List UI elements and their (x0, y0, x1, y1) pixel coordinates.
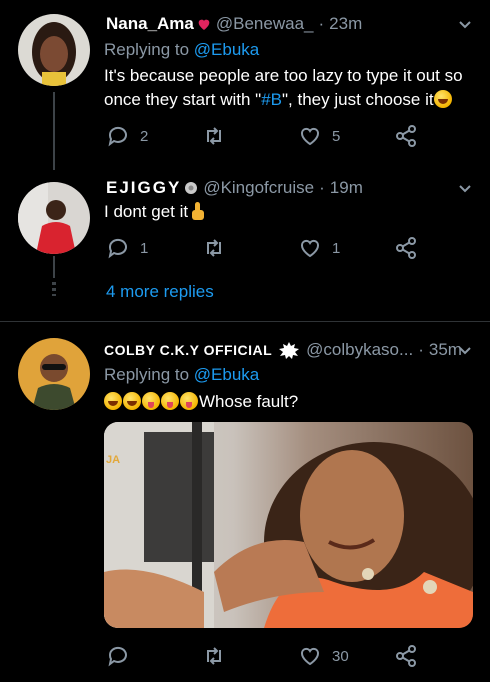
share-icon (396, 237, 416, 259)
handle[interactable]: @Kingofcruise (203, 178, 314, 198)
explosion-emoji-icon (279, 342, 300, 359)
reply-button[interactable] (106, 644, 130, 668)
avatar[interactable] (18, 14, 90, 86)
text-part: Whose fault? (199, 392, 299, 411)
separator-dot: · (418, 340, 424, 359)
tweet-actions: 30 (106, 644, 476, 670)
reply-icon (108, 238, 127, 259)
retweet-button[interactable] (202, 644, 226, 668)
separator-dot: · (319, 178, 325, 197)
thread-dots (52, 282, 56, 296)
tweet-media-image[interactable]: JA (104, 422, 473, 628)
tweet-header: Nana_Ama @Benewaa_ · 23m (106, 14, 362, 34)
retweet-button[interactable] (202, 124, 226, 148)
like-button[interactable]: 30 (298, 644, 349, 668)
reply-count: 1 (140, 239, 149, 257)
chevron-down-icon[interactable] (458, 18, 472, 32)
retweet-icon (207, 127, 221, 145)
tweet-header: EJIGGY @Kingofcruise · 19m (106, 178, 363, 198)
tweet-3[interactable]: COLBY C.K.Y OFFICIAL @colbykaso... · 35m… (0, 322, 490, 682)
share-icon (396, 125, 416, 147)
heart-icon (301, 647, 319, 666)
tweet-header: COLBY C.K.Y OFFICIAL @colbykaso... · 35m (104, 340, 462, 360)
like-button[interactable]: 1 (298, 236, 340, 260)
like-count: 1 (332, 239, 341, 257)
reply-icon (108, 646, 127, 667)
retweet-icon (207, 647, 221, 665)
heart-icon (301, 239, 319, 258)
mention-link[interactable]: @Ebuka (194, 40, 259, 59)
handle[interactable]: @Benewaa_ (216, 14, 314, 34)
text-part: ", they just choose it (282, 90, 434, 109)
thread-line (53, 92, 55, 170)
laughing-emoji-icon (104, 392, 122, 410)
reply-count: 2 (140, 127, 149, 145)
retweet-button[interactable] (202, 236, 226, 260)
media-watermark: JA (106, 454, 121, 466)
display-name[interactable]: COLBY C.K.Y OFFICIAL (104, 342, 272, 358)
timestamp[interactable]: 35m (429, 340, 462, 360)
tweet-text: It's because people are too lazy to type… (104, 64, 474, 112)
share-button[interactable] (394, 124, 418, 148)
like-count: 30 (332, 647, 349, 665)
retweet-icon (207, 239, 221, 257)
reply-button[interactable]: 2 (106, 124, 148, 148)
reply-icon (108, 126, 127, 147)
tweet-1[interactable]: Nana_Ama @Benewaa_ · 23m Replying to @Eb… (0, 0, 490, 170)
tweet-actions: 2 5 (106, 124, 476, 150)
heart-emoji-icon (198, 19, 210, 30)
display-name[interactable]: EJIGGY (106, 178, 181, 198)
timestamp[interactable]: 23m (329, 14, 362, 34)
text-part: I dont get it (104, 202, 189, 221)
tongue-emoji-icon (180, 392, 198, 410)
separator-dot: · (318, 14, 325, 33)
tweet-text: Whose fault? (104, 390, 298, 414)
chevron-down-icon[interactable] (458, 344, 472, 358)
laughing-emoji-icon (433, 90, 452, 108)
share-button[interactable] (394, 236, 418, 260)
tongue-emoji-icon (142, 392, 160, 410)
display-name[interactable]: Nana_Ama (106, 14, 194, 34)
share-icon (396, 645, 416, 667)
handle[interactable]: @colbykaso... (306, 340, 413, 360)
reply-button[interactable]: 1 (106, 236, 148, 260)
replying-to: Replying to @Ebuka (104, 365, 259, 385)
tweet-2[interactable]: EJIGGY @Kingofcruise · 19m I dont get it… (0, 170, 490, 320)
replying-prefix: Replying to (104, 365, 190, 384)
tweet-text: I dont get it (104, 200, 205, 224)
laughing-emoji-icon (123, 392, 141, 410)
timestamp[interactable]: 19m (330, 178, 363, 198)
pointing-hand-emoji-icon (192, 202, 205, 220)
tongue-emoji-icon (161, 392, 179, 410)
avatar[interactable] (18, 182, 90, 254)
mention-link[interactable]: @Ebuka (194, 365, 259, 384)
chevron-down-icon[interactable] (458, 182, 472, 196)
tweet-actions: 1 1 (106, 236, 476, 262)
hashtag-link[interactable]: #B (261, 90, 282, 109)
like-button[interactable]: 5 (298, 124, 340, 148)
share-button[interactable] (394, 644, 418, 668)
heart-icon (301, 127, 319, 146)
like-count: 5 (332, 127, 341, 145)
thread-line (53, 256, 55, 278)
avatar[interactable] (18, 338, 90, 410)
more-replies-link[interactable]: 4 more replies (106, 282, 214, 302)
replying-prefix: Replying to (104, 40, 190, 59)
flower-emoji-icon (185, 182, 198, 194)
replying-to: Replying to @Ebuka (104, 40, 259, 60)
